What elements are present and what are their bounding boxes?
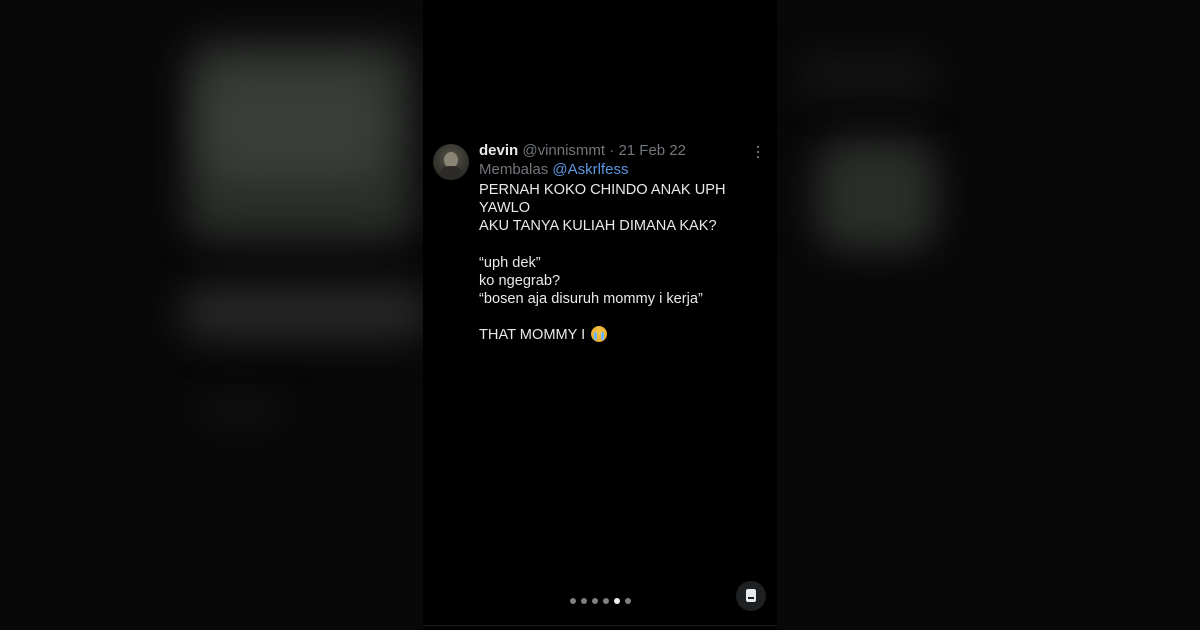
pager-dots: [570, 598, 631, 604]
reply-prefix: Membalas: [479, 161, 549, 178]
pager-dot[interactable]: [603, 598, 609, 604]
more-dot: [757, 156, 760, 159]
pager-dot[interactable]: [625, 598, 631, 604]
separator: ·: [605, 142, 619, 159]
pager-dot[interactable]: [592, 598, 598, 604]
more-dot: [757, 151, 760, 154]
blurred-shape: [200, 400, 280, 420]
tweet-line: “bosen aja disuruh mommy i kerja”: [479, 291, 703, 308]
tweet-line: “uph dek”: [479, 254, 541, 271]
pager-dot[interactable]: [581, 598, 587, 604]
document-icon: [746, 589, 756, 602]
blurred-shape: [205, 70, 385, 180]
avatar[interactable]: [433, 144, 469, 180]
document-button[interactable]: [736, 581, 766, 611]
divider: [423, 625, 777, 626]
reply-mention[interactable]: @Askrlfess: [552, 161, 628, 178]
tweet-date[interactable]: 21 Feb 22: [618, 142, 686, 159]
tweet-line: ko ngegrab?: [479, 272, 561, 289]
tweet-header: devin @vinnismmt · 21 Feb 22: [479, 141, 686, 161]
screen: devin @vinnismmt · 21 Feb 22 Membalas @A…: [0, 0, 1200, 630]
blurred-shape: [816, 140, 936, 250]
pager-dot[interactable]: [570, 598, 576, 604]
reply-context: Membalas @Askrlfess: [479, 160, 628, 180]
display-name[interactable]: devin: [479, 142, 518, 159]
tweet-line: THAT MOMMY I: [479, 327, 586, 344]
pager-dot[interactable]: [614, 598, 620, 604]
tweet-line-last: THAT MOMMY I: [479, 326, 764, 344]
more-dot: [757, 146, 760, 149]
blurred-shape: [796, 55, 936, 95]
crying-face-icon: [591, 326, 608, 343]
tweet-body: PERNAH KOKO CHINDO ANAK UPH YAWLO AKU TA…: [479, 181, 764, 344]
blurred-shape: [180, 285, 424, 340]
tweet-line: PERNAH KOKO CHINDO ANAK UPH YAWLO: [479, 182, 726, 217]
more-options-icon[interactable]: [750, 144, 766, 160]
blurred-background-left: [0, 0, 424, 630]
handle[interactable]: @vinnismmt: [522, 142, 605, 159]
blurred-background-right: [776, 0, 1200, 630]
story-panel: devin @vinnismmt · 21 Feb 22 Membalas @A…: [423, 0, 777, 630]
avatar-body: [439, 166, 463, 180]
tweet-line: AKU TANYA KULIAH DIMANA KAK?: [479, 218, 717, 235]
